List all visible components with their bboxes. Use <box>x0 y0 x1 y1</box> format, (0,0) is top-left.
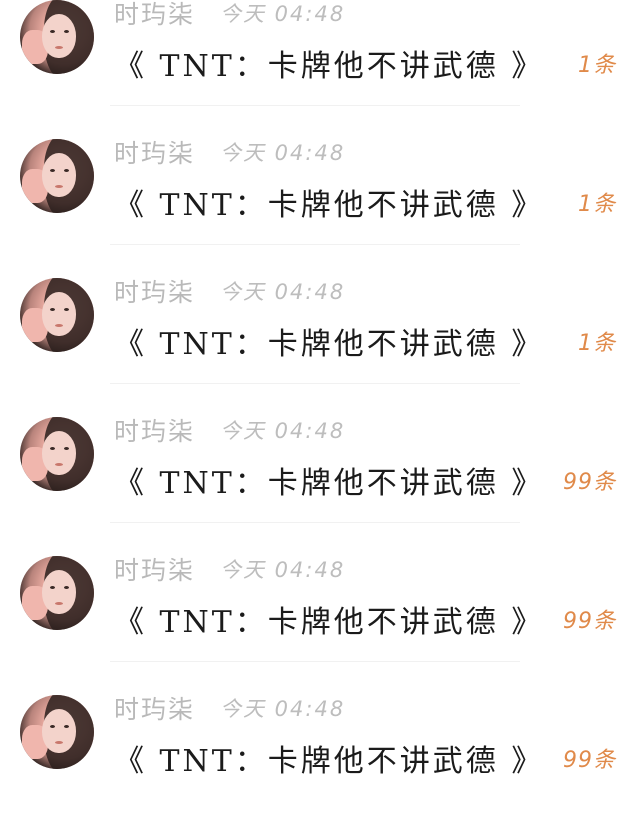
divider <box>110 661 520 662</box>
message-title: 《 TNT：卡牌他不讲武德 》 <box>114 327 545 362</box>
avatar[interactable] <box>20 695 94 769</box>
list-item[interactable]: 时玙柒 今天 04:48 《 TNT：卡牌他不讲武德 》 1条 <box>0 128 640 267</box>
avatar[interactable] <box>20 0 94 74</box>
message-time: 今天 04:48 <box>220 558 346 582</box>
message-count: 99条 <box>563 470 616 495</box>
sender-name: 时玙柒 <box>114 695 196 724</box>
divider <box>110 244 520 245</box>
list-item[interactable]: 时玙柒 今天 04:48 《 TNT：卡牌他不讲武德 》 99条 <box>0 684 640 823</box>
sender-name: 时玙柒 <box>114 417 196 446</box>
list-item[interactable]: 时玙柒 今天 04:48 《 TNT：卡牌他不讲武德 》 1条 <box>0 0 640 128</box>
message-time: 今天 04:48 <box>220 697 346 721</box>
divider <box>110 522 520 523</box>
message-time: 今天 04:48 <box>220 280 346 304</box>
divider <box>110 105 520 106</box>
avatar[interactable] <box>20 417 94 491</box>
message-count: 99条 <box>563 609 616 634</box>
divider <box>110 383 520 384</box>
message-title: 《 TNT：卡牌他不讲武德 》 <box>114 744 545 779</box>
avatar[interactable] <box>20 556 94 630</box>
sender-name: 时玙柒 <box>114 139 196 168</box>
list-item[interactable]: 时玙柒 今天 04:48 《 TNT：卡牌他不讲武德 》 99条 <box>0 545 640 684</box>
message-list: 时玙柒 今天 04:48 《 TNT：卡牌他不讲武德 》 1条 时玙柒 今天 0… <box>0 0 640 823</box>
message-count: 1条 <box>578 331 616 356</box>
message-title: 《 TNT：卡牌他不讲武德 》 <box>114 49 545 84</box>
list-item[interactable]: 时玙柒 今天 04:48 《 TNT：卡牌他不讲武德 》 99条 <box>0 406 640 545</box>
message-time: 今天 04:48 <box>220 141 346 165</box>
message-count: 1条 <box>578 192 616 217</box>
avatar[interactable] <box>20 278 94 352</box>
message-time: 今天 04:48 <box>220 419 346 443</box>
avatar[interactable] <box>20 139 94 213</box>
message-time: 今天 04:48 <box>220 2 346 26</box>
message-count: 1条 <box>578 53 616 78</box>
message-title: 《 TNT：卡牌他不讲武德 》 <box>114 605 545 640</box>
sender-name: 时玙柒 <box>114 556 196 585</box>
sender-name: 时玙柒 <box>114 278 196 307</box>
message-title: 《 TNT：卡牌他不讲武德 》 <box>114 466 545 501</box>
message-count: 99条 <box>563 748 616 773</box>
list-item[interactable]: 时玙柒 今天 04:48 《 TNT：卡牌他不讲武德 》 1条 <box>0 267 640 406</box>
message-title: 《 TNT：卡牌他不讲武德 》 <box>114 188 545 223</box>
sender-name: 时玙柒 <box>114 0 196 29</box>
